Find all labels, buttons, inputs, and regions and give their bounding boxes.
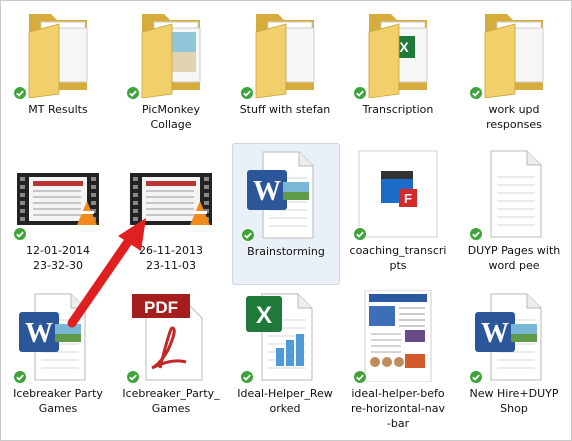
file-item[interactable]: Stuff with stefan (232, 2, 338, 142)
file-name-label: Icebreaker_Party_ Games (122, 387, 220, 415)
file-name-label: Icebreaker Party Games (13, 387, 103, 415)
sync-check-icon (469, 227, 483, 241)
sync-check-icon (13, 227, 27, 241)
sync-check-icon (13, 370, 27, 384)
sync-check-icon (353, 227, 367, 241)
file-name-label: New Hire+DUYP Shop (469, 387, 559, 415)
sync-check-icon (469, 86, 483, 100)
text-document-icon (467, 147, 561, 239)
svg-text:W: W (253, 176, 281, 207)
file-item[interactable]: X Ideal-Helper_Rew orked (232, 286, 338, 426)
file-item[interactable]: DUYP Pages with word pee (461, 143, 567, 283)
folder-icon (124, 6, 218, 98)
sync-check-icon (126, 370, 140, 384)
folder-icon: X (351, 6, 445, 98)
file-item[interactable]: MT Results (5, 2, 111, 142)
file-name-label: 12-01-2014 23-32-30 (26, 244, 90, 272)
svg-text:X: X (256, 302, 272, 329)
file-name-label: Stuff with stefan (239, 103, 331, 116)
word-document-icon: W (11, 290, 105, 382)
svg-text:X: X (399, 39, 409, 55)
file-name-label: Ideal-Helper_Rew orked (237, 387, 333, 415)
file-name-label: PicMonkey Collage (142, 103, 200, 131)
file-name-label: Transcription (362, 103, 434, 116)
sync-check-icon (126, 86, 140, 100)
file-item[interactable]: W Icebreaker Party Games (5, 286, 111, 426)
file-item[interactable]: W New Hire+DUYP Shop (461, 286, 567, 426)
file-item[interactable]: PicMonkey Collage (118, 2, 224, 142)
sync-check-icon (13, 86, 27, 100)
sync-check-icon (241, 228, 255, 242)
file-item[interactable]: W Brainstorming (232, 143, 340, 285)
file-name-label: work upd responses (486, 103, 542, 131)
word-document-icon: W (467, 290, 561, 382)
file-name-label: coaching_transcri pts (349, 244, 447, 272)
video-thumbnail-icon (11, 147, 105, 239)
file-item[interactable]: PDF Icebreaker_Party_ Games (118, 286, 224, 426)
file-item[interactable]: ideal-helper-befo re-horizontal-nav -bar (345, 286, 451, 430)
word-document-icon: W (239, 148, 333, 240)
svg-text:W: W (481, 318, 509, 349)
file-item[interactable]: 12-01-2014 23-32-30 (5, 143, 111, 283)
sync-check-icon (240, 86, 254, 100)
file-name-label: DUYP Pages with word pee (467, 244, 561, 272)
sync-check-icon (126, 227, 140, 241)
file-item[interactable]: X Transcription (345, 2, 451, 142)
sync-check-icon (469, 370, 483, 384)
sync-check-icon (353, 86, 367, 100)
sync-check-icon (353, 370, 367, 384)
flash-video-icon: F (351, 147, 445, 239)
video-thumbnail-icon (124, 147, 218, 239)
excel-document-icon: X (238, 290, 332, 382)
pdf-document-icon: PDF (124, 290, 218, 382)
file-name-label: Brainstorming (247, 245, 325, 258)
file-item[interactable]: work upd responses (461, 2, 567, 142)
folder-icon (467, 6, 561, 98)
file-item[interactable]: 26-11-2013 23-11-03 (118, 143, 224, 283)
file-grid: MT Results PicMonkey Collage Stuff with … (0, 0, 572, 441)
svg-text:W: W (25, 318, 53, 349)
folder-icon (238, 6, 332, 98)
folder-icon (11, 6, 105, 98)
file-name-label: ideal-helper-befo re-horizontal-nav -bar (350, 387, 446, 430)
svg-text:F: F (404, 191, 412, 206)
pdf-badge-label: PDF (144, 298, 178, 317)
webpage-thumbnail-icon (351, 290, 445, 382)
file-name-label: 26-11-2013 23-11-03 (139, 244, 203, 272)
file-item[interactable]: F coaching_transcri pts (345, 143, 451, 283)
file-name-label: MT Results (28, 103, 88, 116)
sync-check-icon (240, 370, 254, 384)
